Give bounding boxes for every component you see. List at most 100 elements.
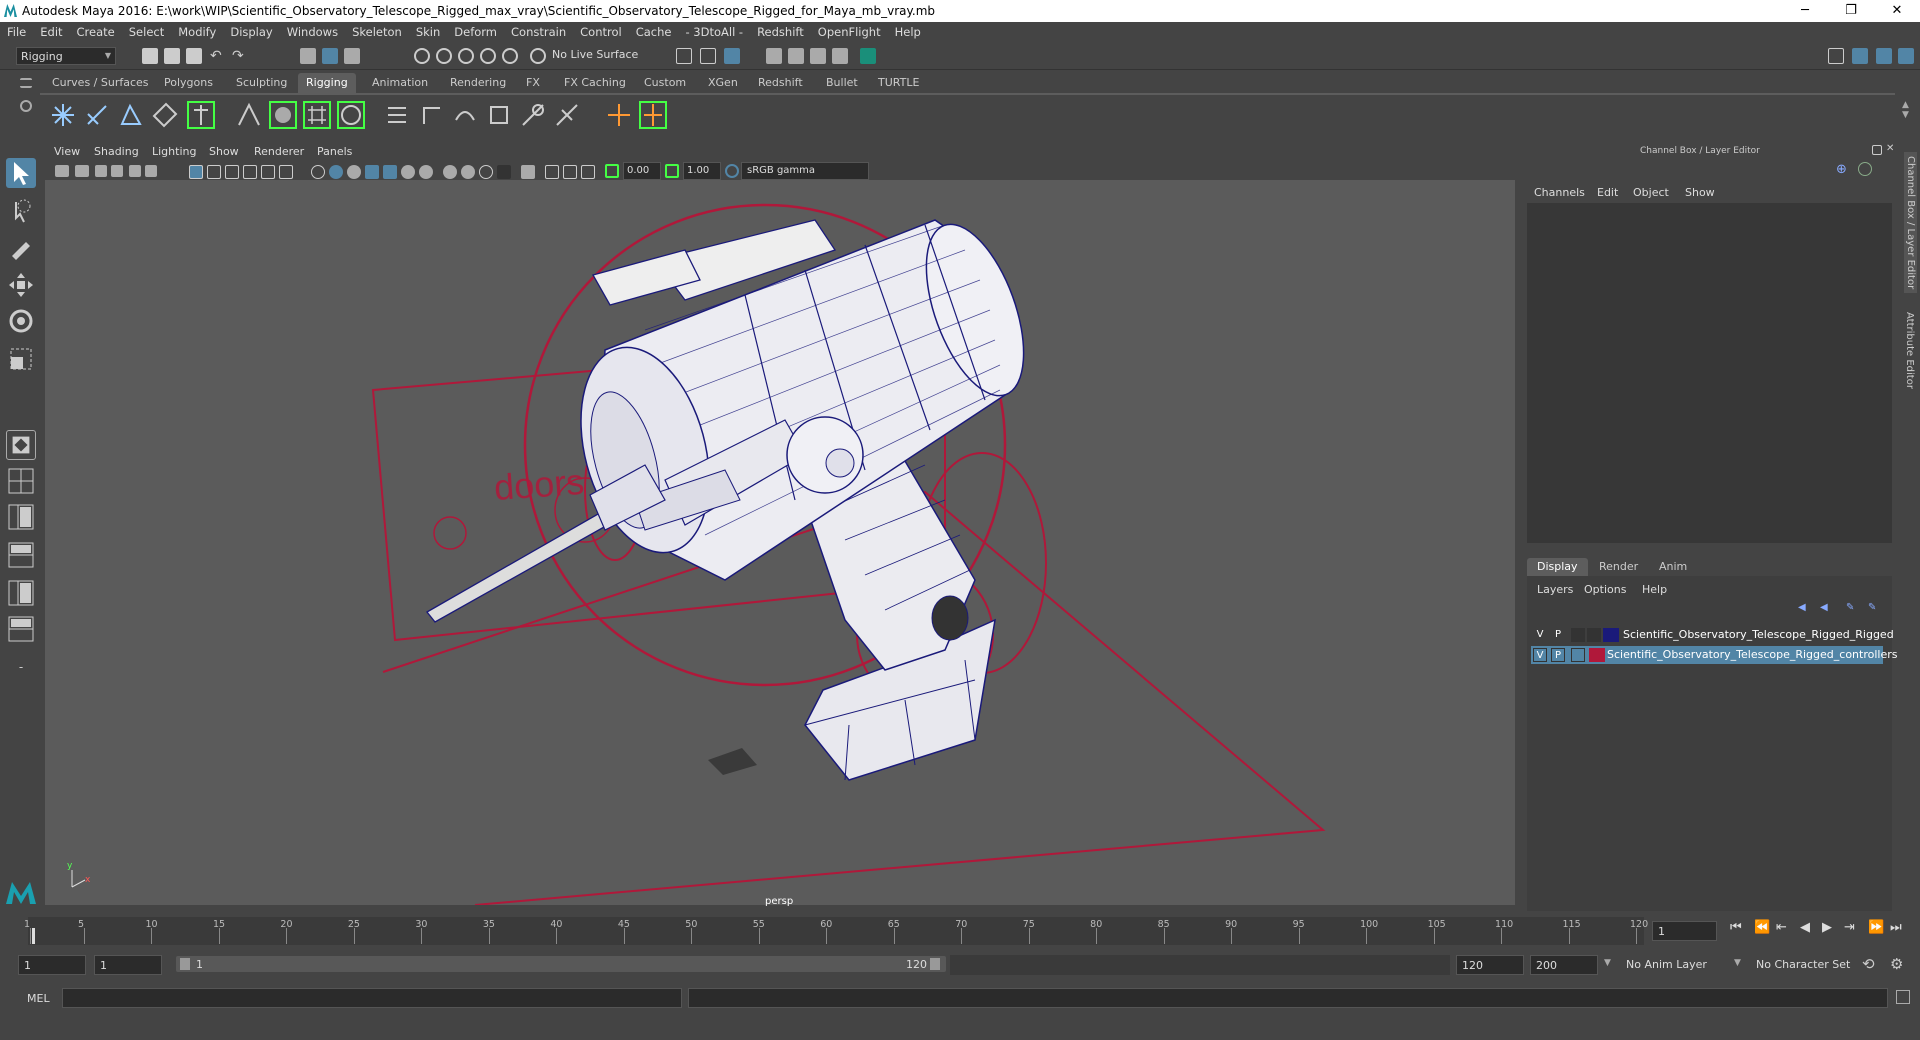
character-set-select[interactable]: No Character Set (1756, 958, 1850, 971)
parent-constraint-icon[interactable] (382, 100, 412, 130)
exposure-field[interactable]: 0.00 (623, 162, 661, 180)
isolate-select-icon[interactable] (521, 165, 535, 179)
shelf-tab-xgen[interactable]: XGen (700, 73, 746, 93)
xray-icon[interactable] (383, 165, 397, 179)
viewport-menu-view[interactable]: View (54, 145, 80, 158)
menu-file[interactable]: File (0, 22, 33, 39)
float-panel-icon[interactable] (1872, 145, 1882, 155)
snap-view-plane-icon[interactable] (480, 48, 496, 64)
menu-3dtoall[interactable]: - 3DtoAll - (678, 22, 750, 39)
smooth-shade-icon[interactable] (329, 165, 343, 179)
use-all-lights-icon[interactable] (401, 165, 415, 179)
resolution-gate-icon[interactable] (225, 165, 239, 179)
menu-skeleton[interactable]: Skeleton (345, 22, 409, 39)
side-tab-attribute-editor[interactable]: Attribute Editor (1904, 312, 1915, 389)
screen-space-ao-icon[interactable] (443, 165, 457, 179)
layer-color-swatch[interactable] (1589, 648, 1605, 662)
animation-start-field[interactable]: 1 (18, 955, 86, 975)
shadows-icon[interactable] (419, 165, 433, 179)
range-slider-bar[interactable] (176, 956, 946, 972)
menu-control[interactable]: Control (573, 22, 629, 39)
cb-object-menu[interactable]: Object (1633, 186, 1669, 199)
shelf-tab-curves-surfaces[interactable]: Curves / Surfaces (44, 73, 157, 93)
ik-spline-icon[interactable] (150, 100, 180, 130)
cb-edit-menu[interactable]: Edit (1597, 186, 1618, 199)
layer-reference-toggle[interactable] (1587, 628, 1601, 642)
persp-hypershade-layout-icon[interactable] (6, 578, 36, 608)
ipr-render-icon[interactable] (700, 48, 716, 64)
exposure-icon[interactable] (605, 164, 619, 178)
layer-playback-toggle[interactable]: P (1551, 648, 1565, 662)
viewport-menu-shading[interactable]: Shading (94, 145, 139, 158)
color-space-select[interactable]: sRGB gamma (741, 162, 869, 180)
cluster-handle-icon[interactable] (638, 100, 668, 130)
shelf-tab-fx[interactable]: FX (518, 73, 548, 93)
default-material-icon[interactable] (347, 165, 361, 179)
current-frame-field[interactable]: 1 (1652, 921, 1717, 941)
command-input[interactable] (62, 988, 682, 1008)
layer-tab-render[interactable]: Render (1589, 558, 1648, 576)
menu-select[interactable]: Select (122, 22, 171, 39)
shelf-settings-icon[interactable] (20, 100, 32, 112)
shelf-tab-bullet[interactable]: Bullet (818, 73, 866, 93)
humanik-icon[interactable] (186, 100, 216, 130)
layers-menu[interactable]: Layers (1537, 583, 1573, 596)
paint-select-tool-icon[interactable] (6, 232, 36, 262)
playback-start-field[interactable]: 1 (94, 955, 162, 975)
snap-magnet-icon[interactable] (530, 48, 546, 64)
select-tool-icon[interactable] (6, 158, 36, 188)
joint-tool-icon[interactable] (48, 100, 78, 130)
xray-active-components-icon[interactable] (563, 165, 577, 179)
scale-constraint-icon[interactable] (484, 100, 514, 130)
shelf-tab-rigging[interactable]: Rigging (298, 73, 356, 93)
safe-action-icon[interactable] (279, 165, 293, 179)
wireframe-icon[interactable] (311, 165, 325, 179)
character-set-dropdown-arrow-icon[interactable]: ▼ (1734, 958, 1741, 968)
open-scene-icon[interactable] (164, 48, 180, 64)
new-layer-from-selection-icon[interactable]: ✎ (1868, 602, 1882, 614)
viewport-menu-lighting[interactable]: Lighting (152, 145, 196, 158)
anim-layer-select[interactable]: No Anim Layer (1626, 958, 1707, 971)
gamma-icon[interactable] (665, 164, 679, 178)
single-perspective-layout-icon[interactable] (6, 430, 36, 460)
hypershade-icon[interactable] (810, 48, 826, 64)
grid-toggle-icon[interactable] (189, 165, 203, 179)
layer-visibility-toggle[interactable]: V (1533, 628, 1547, 642)
select-object-icon[interactable] (322, 48, 338, 64)
menu-deform[interactable]: Deform (447, 22, 504, 39)
menu-constrain[interactable]: Constrain (504, 22, 573, 39)
paint-weights-icon[interactable] (268, 100, 298, 130)
channels-menu[interactable]: Channels (1534, 186, 1585, 199)
step-back-frame-icon[interactable]: ⏪ (1754, 920, 1770, 935)
side-tab-channel-box[interactable]: Channel Box / Layer Editor (1904, 152, 1917, 294)
close-panel-icon[interactable]: ✕ (1886, 143, 1896, 155)
bind-skin-icon[interactable] (234, 100, 264, 130)
live-surface-label[interactable]: No Live Surface (552, 48, 638, 61)
layer-options-menu[interactable]: Options (1584, 583, 1626, 596)
locator-icon[interactable] (604, 100, 634, 130)
sync-selection-icon[interactable]: ⊕ (1836, 162, 1852, 178)
menu-windows[interactable]: Windows (280, 22, 345, 39)
workspace-layout-icon[interactable] (1828, 48, 1844, 64)
layer-tab-anim[interactable]: Anim (1649, 558, 1697, 576)
layer-name[interactable]: Scientific_Observatory_Telescope_Rigged_… (1623, 628, 1894, 641)
viewport-menu-panels[interactable]: Panels (317, 145, 352, 158)
playback-end-field[interactable]: 120 (1456, 955, 1524, 975)
time-slider-track[interactable] (28, 917, 1644, 945)
field-chart-icon[interactable] (261, 165, 275, 179)
anim-layer-dropdown-arrow-icon[interactable]: ▼ (1604, 958, 1611, 968)
perspective-viewport[interactable]: doors y x (45, 180, 1515, 905)
image-plane-icon[interactable] (111, 165, 123, 177)
aim-constraint-icon[interactable] (518, 100, 548, 130)
menu-cache[interactable]: Cache (629, 22, 679, 39)
select-component-icon[interactable] (344, 48, 360, 64)
fork-bolt-mesh[interactable] (931, 595, 969, 641)
toggle-channel-box-icon[interactable] (1852, 48, 1868, 64)
layer-tab-display[interactable]: Display (1527, 558, 1588, 576)
lasso-tool-icon[interactable] (6, 196, 36, 226)
grease-pencil-icon[interactable] (145, 165, 157, 177)
gate-mask-icon[interactable] (243, 165, 257, 179)
shelf-tab-custom[interactable]: Custom (636, 73, 695, 93)
play-forwards-icon[interactable]: ▶ (1822, 920, 1832, 935)
new-scene-icon[interactable] (142, 48, 158, 64)
